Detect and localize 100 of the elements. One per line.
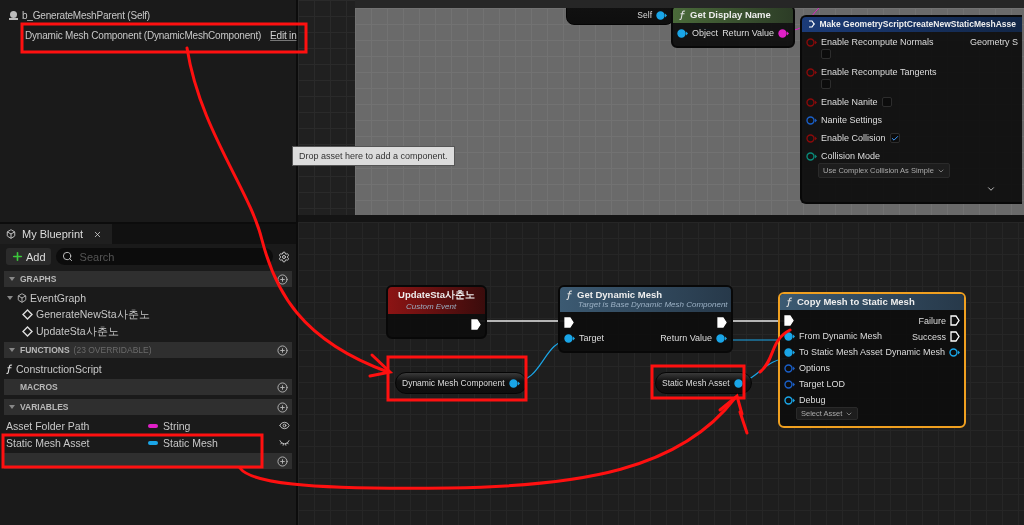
add-icon[interactable] — [277, 401, 288, 413]
pin-label: Return Value — [722, 28, 774, 38]
section-arrow-icon[interactable] — [8, 403, 16, 411]
data-pin-icon[interactable] — [806, 115, 817, 125]
function-node[interactable]: Get Display Name Object Return Value — [671, 8, 795, 48]
data-pin-icon[interactable] — [508, 378, 520, 388]
tree-item[interactable]: EventGraph — [0, 289, 296, 306]
pin-label: Success — [912, 331, 946, 342]
section-title: VARIABLES — [20, 402, 69, 412]
pin-label: Nanite Settings — [821, 115, 883, 125]
data-pin-icon[interactable] — [784, 347, 795, 357]
data-pin-icon[interactable] — [784, 379, 795, 389]
section-title: FUNCTIONS — [20, 345, 70, 355]
pin-label: Enable Collision — [821, 133, 886, 143]
data-pin-icon[interactable] — [784, 363, 795, 373]
section-title: MACROS — [20, 382, 58, 392]
search-box[interactable]: Search — [55, 248, 273, 265]
actor-icon — [8, 9, 19, 21]
add-button[interactable]: Add — [6, 248, 51, 265]
drop-tooltip: Drop asset here to add a component. — [292, 146, 455, 166]
data-pin-icon[interactable] — [784, 331, 795, 341]
node-title: Make GeometryScriptCreateNewStaticMeshAsse — [819, 19, 1016, 29]
function-icon — [6, 363, 13, 374]
event-node[interactable]: UpdateSta사춘노 Custom Event — [386, 285, 487, 339]
search-field[interactable]: Search — [77, 249, 267, 264]
exec-pin-icon[interactable] — [471, 319, 481, 330]
node-subtitle: Custom Event — [405, 302, 458, 311]
section-header[interactable]: MACROS — [4, 379, 292, 395]
panel-tab[interactable]: My Blueprint — [0, 224, 112, 244]
add-icon[interactable] — [277, 381, 288, 393]
pin-label: Target LOD — [799, 379, 846, 389]
close-icon[interactable] — [93, 229, 102, 239]
eye-icon[interactable] — [279, 420, 290, 431]
section-header[interactable]: VARIABLES — [4, 399, 292, 415]
event-diamond-icon — [22, 326, 33, 337]
variable-node[interactable]: Static Mesh Asset — [655, 372, 752, 394]
pin-label: Self — [637, 10, 652, 20]
settings-icon[interactable] — [278, 250, 290, 263]
search-icon — [61, 251, 73, 262]
data-pin-icon[interactable] — [733, 378, 745, 388]
function-node[interactable]: Get Dynamic Mesh Target is Base Dynamic Mesh Component Target Return Value — [558, 285, 733, 353]
variable-node[interactable]: Dynamic Mesh Component — [395, 372, 527, 394]
exec-pin-icon[interactable] — [784, 315, 794, 326]
add-icon[interactable] — [277, 273, 288, 285]
exec-pin-icon[interactable] — [717, 317, 727, 328]
event-diamond-icon — [22, 309, 33, 320]
component-label[interactable]: Dynamic Mesh Component (DynamicMeshComponent) — [25, 29, 262, 41]
type-label: String — [163, 419, 191, 432]
data-pin-icon[interactable] — [806, 151, 817, 161]
pin-label: Enable Nanite — [821, 97, 878, 107]
node-title: Get Dynamic Mesh — [577, 289, 662, 300]
add-icon[interactable] — [277, 455, 288, 467]
node-title: Static Mesh Asset — [662, 378, 730, 388]
data-pin-icon[interactable] — [778, 28, 789, 38]
data-pin-icon[interactable] — [949, 347, 960, 357]
data-pin-icon[interactable] — [716, 333, 727, 343]
edit-link[interactable]: Edit in — [270, 29, 297, 41]
exec-pin-icon[interactable] — [950, 331, 960, 342]
node-title: UpdateSta사춘노 — [398, 289, 475, 302]
pin-label: Failure — [918, 315, 946, 326]
tree-item[interactable]: Static Mesh Asset Static Mesh — [0, 434, 296, 451]
tree-item[interactable]: Asset Folder Path String — [0, 417, 296, 434]
checkbox[interactable] — [821, 79, 831, 89]
exec-pin-icon[interactable] — [564, 317, 574, 328]
event-graph-canvas[interactable] — [298, 222, 1024, 525]
data-pin-icon[interactable] — [677, 28, 688, 38]
pin-label: Enable Recompute Tangents — [821, 67, 937, 77]
checkbox[interactable] — [889, 133, 900, 143]
pin-label: Debug — [799, 395, 826, 405]
function-icon — [566, 289, 573, 300]
component-label[interactable]: b_GenerateMeshParent (Self) — [22, 9, 150, 21]
checkbox[interactable] — [881, 97, 892, 107]
pin-label: Geometry S — [970, 37, 1018, 47]
section-arrow-icon[interactable] — [8, 346, 16, 354]
tree-item[interactable]: UpdateSta사춘노 — [0, 323, 296, 340]
tree-item[interactable]: GenerateNewSta사춘노 — [0, 306, 296, 323]
struct-icon — [808, 20, 816, 28]
exec-pin-icon[interactable] — [950, 315, 960, 326]
pin-label: Collision Mode — [821, 151, 881, 161]
data-pin-icon[interactable] — [656, 10, 667, 20]
checkbox[interactable] — [821, 49, 831, 59]
self-node[interactable]: Self — [566, 8, 674, 25]
expand-arrow-icon[interactable] — [6, 293, 14, 302]
function-icon — [786, 296, 793, 307]
section-header[interactable]: GRAPHS — [4, 271, 292, 287]
expand-icon[interactable] — [986, 184, 996, 194]
data-pin-icon[interactable] — [564, 333, 575, 343]
function-icon — [679, 9, 686, 20]
add-icon[interactable] — [277, 344, 288, 356]
section-arrow-icon[interactable] — [8, 275, 16, 283]
pin-label: From Dynamic Mesh — [799, 331, 882, 341]
closed-eye-icon[interactable] — [279, 437, 290, 448]
node-title: Get Display Name — [690, 9, 771, 20]
tree-item[interactable]: ConstructionScript — [0, 360, 296, 377]
type-label: Static Mesh — [163, 436, 218, 449]
pin-label: To Static Mesh Asset — [799, 347, 883, 357]
node-title: Dynamic Mesh Component — [402, 378, 505, 388]
node-title: Copy Mesh to Static Mesh — [797, 296, 915, 307]
pin-label: Object — [692, 28, 718, 38]
data-pin-icon[interactable] — [784, 395, 795, 405]
